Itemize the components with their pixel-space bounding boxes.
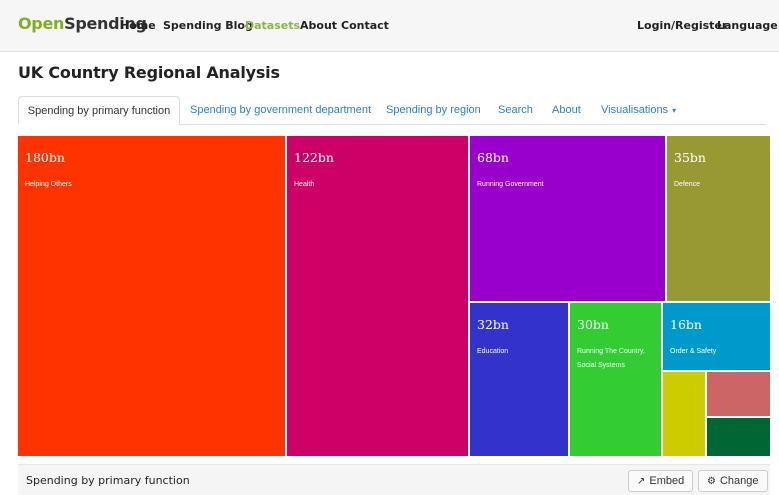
treemap-cell-label: Education <box>477 348 509 355</box>
treemap-cell-value: 180bn <box>25 150 65 165</box>
nav-about[interactable]: About <box>300 19 337 32</box>
chevron-down-icon: ▾ <box>672 106 677 115</box>
brand-logo-open: Open <box>18 14 65 33</box>
page-title: UK Country Regional Analysis <box>18 63 280 82</box>
treemap-cell-label: Running Government <box>477 181 544 188</box>
treemap-cell-value: 35bn <box>674 150 706 165</box>
treemap-cell-value: 16bn <box>670 317 702 332</box>
tab-about[interactable]: About <box>552 96 581 125</box>
tab-visualisations[interactable]: Visualisations ▾ <box>601 96 676 125</box>
treemap-cell-running-the-country[interactable]: 30bn Running The Country, Social Systems <box>570 303 661 456</box>
tab-visualisations-label: Visualisations <box>601 104 669 116</box>
treemap-cell-label: Health <box>294 181 315 188</box>
treemap-cell-health[interactable]: 122bn Health <box>287 136 468 456</box>
treemap-cell-defence[interactable]: 35bn Defence <box>667 136 770 301</box>
treemap-cell-running-government[interactable]: 68bn Running Government <box>470 136 665 301</box>
nav-spending-blog[interactable]: Spending Blog <box>163 19 253 32</box>
gear-icon: ⚙ <box>707 476 716 487</box>
embed-button[interactable]: ↗ Embed <box>628 470 694 492</box>
treemap-cell-label: Defence <box>674 181 701 188</box>
nav-login-register[interactable]: Login/Register <box>637 19 727 32</box>
treemap-cell-label: Order & Safety <box>670 348 717 355</box>
treemap-cell-label: Running The Country, Social Systems <box>577 348 645 369</box>
nav-datasets[interactable]: Datasets <box>245 19 300 32</box>
treemap-cell-education[interactable]: 32bn Education <box>470 303 568 456</box>
treemap-cell-small-yellow[interactable] <box>663 372 705 456</box>
nav-home[interactable]: Home <box>120 19 156 32</box>
change-button-label: Change <box>719 475 759 487</box>
treemap-cell-label: Helping Others <box>25 181 72 188</box>
treemap-cell-helping-others[interactable]: 180bn Helping Others <box>18 136 285 456</box>
tab-spending-by-primary-function[interactable]: Spending by primary function <box>18 96 180 125</box>
share-icon: ↗ <box>637 476 646 487</box>
footer-title: Spending by primary function <box>26 474 190 487</box>
tab-spending-by-government-department[interactable]: Spending by government department <box>190 96 371 125</box>
nav-contact[interactable]: Contact <box>341 19 389 32</box>
tab-search[interactable]: Search <box>498 96 533 125</box>
embed-button-label: Embed <box>649 475 685 487</box>
treemap-cell-order-and-safety[interactable]: 16bn Order & Safety <box>663 303 770 370</box>
treemap-cell-value: 30bn <box>577 317 609 332</box>
nav-language[interactable]: Language <box>717 19 778 32</box>
treemap-cell-value: 68bn <box>477 150 509 165</box>
treemap-cell-value: 32bn <box>477 317 509 332</box>
change-button[interactable]: ⚙ Change <box>698 470 768 492</box>
tab-spending-by-region[interactable]: Spending by region <box>386 96 481 125</box>
treemap-cell-small-rose[interactable] <box>707 372 770 416</box>
visualisation-footer: Spending by primary function ↗ Embed ⚙ Cha… <box>18 464 770 495</box>
top-navbar: OpenSpending Home Spending Blog Datasets… <box>0 0 779 52</box>
treemap-cell-small-green[interactable] <box>707 418 770 456</box>
treemap: 180bn Helping Others 122bn Health 68bn R… <box>18 136 770 456</box>
treemap-cell-value: 122bn <box>294 150 334 165</box>
